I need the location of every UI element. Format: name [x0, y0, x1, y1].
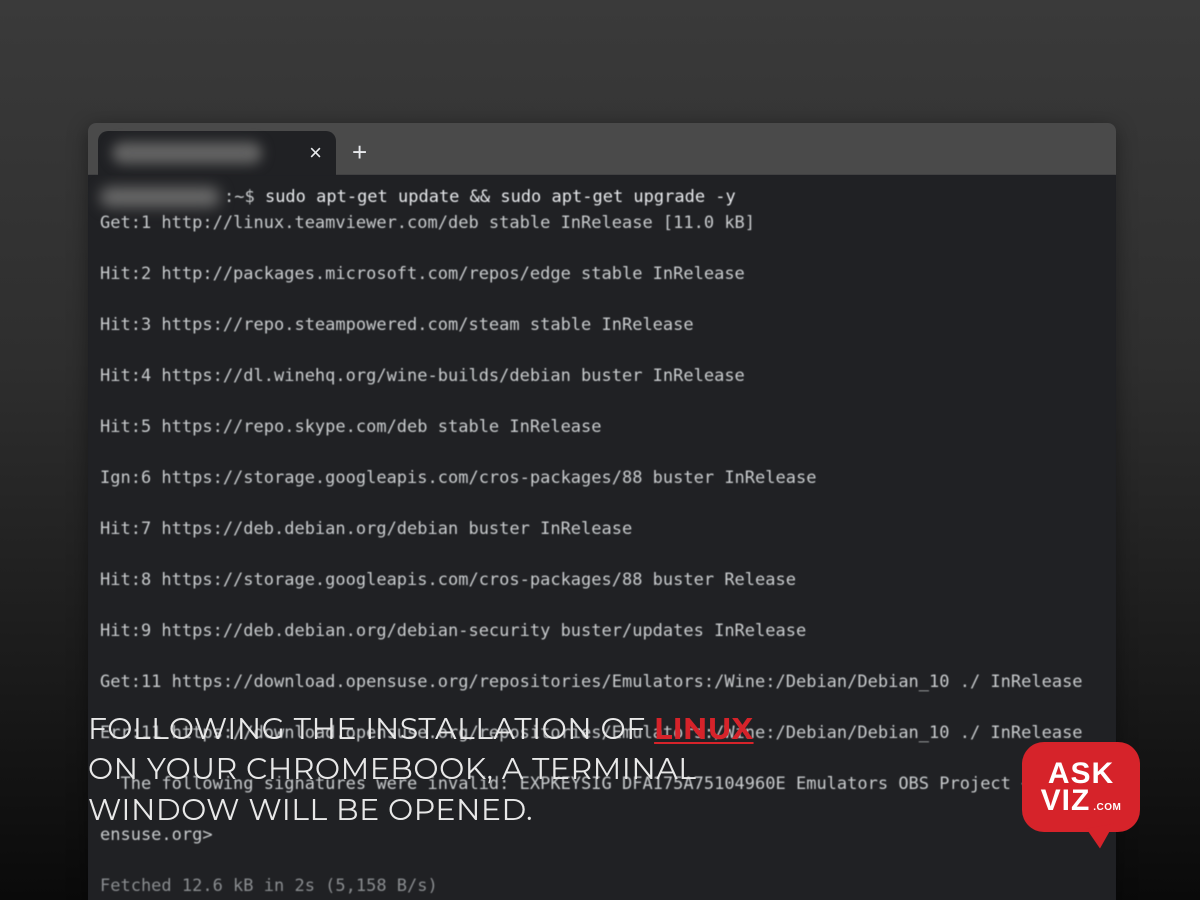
terminal-tab[interactable]: ×: [98, 131, 336, 175]
tab-bar: × +: [88, 123, 1116, 175]
terminal-output-line: Hit:2 http://packages.microsoft.com/repo…: [100, 262, 1104, 288]
close-icon[interactable]: ×: [309, 142, 322, 164]
terminal-output-line: Get:11 https://download.opensuse.org/rep…: [100, 670, 1104, 696]
prompt-user-redacted: [100, 187, 220, 207]
terminal-output-line: Hit:5 https://repo.skype.com/deb stable …: [100, 415, 1104, 441]
askviz-logo: ASK VIZ .COM: [1022, 742, 1152, 852]
prompt-suffix: :~$: [224, 187, 265, 207]
terminal-output-line: Hit:8 https://storage.googleapis.com/cro…: [100, 568, 1104, 594]
terminal-output-line: Ign:6 https://storage.googleapis.com/cro…: [100, 466, 1104, 492]
new-tab-button[interactable]: +: [336, 139, 383, 175]
terminal-output-line: Get:1 http://linux.teamviewer.com/deb st…: [100, 211, 1104, 237]
tab-title-redacted: [112, 142, 262, 164]
terminal-output-line: Hit:3 https://repo.steampowered.com/stea…: [100, 313, 1104, 339]
logo-bubble: ASK VIZ .COM: [1022, 742, 1140, 832]
terminal-output-line: Hit:4 https://dl.winehq.org/wine-builds/…: [100, 364, 1104, 390]
logo-line2: VIZ: [1041, 787, 1091, 814]
caption-keyword: Linux: [654, 710, 753, 747]
caption-text: Following the installation of Linux on y…: [88, 709, 808, 831]
terminal-output-line: Hit:9 https://deb.debian.org/debian-secu…: [100, 619, 1104, 645]
terminal-command: sudo apt-get update && sudo apt-get upgr…: [265, 187, 736, 207]
caption-part1: Following the installation of: [88, 710, 654, 747]
logo-line1: ASK: [1048, 760, 1114, 787]
logo-suffix: .COM: [1093, 802, 1121, 813]
terminal-output-line: Hit:7 https://deb.debian.org/debian bust…: [100, 517, 1104, 543]
caption-part2: on your Chromebook, a terminal window wi…: [88, 750, 696, 828]
terminal-output-line: Fetched 12.6 kB in 2s (5,158 B/s): [100, 874, 1104, 900]
